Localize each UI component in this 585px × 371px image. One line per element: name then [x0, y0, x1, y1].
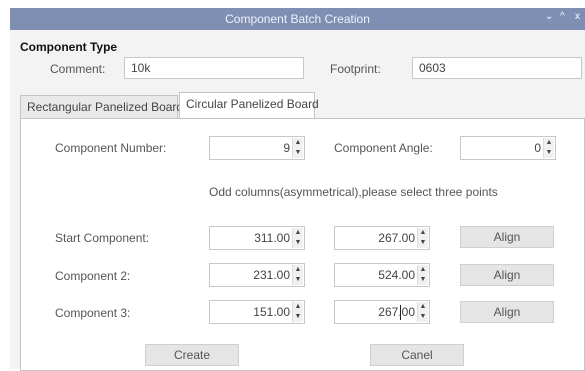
- start-component-y-spinbox[interactable]: 267.00 ▲ ▼: [334, 226, 430, 250]
- comment-label: Comment:: [50, 62, 106, 76]
- maximize-icon[interactable]: ^: [560, 11, 565, 22]
- title-bar[interactable]: Component Batch Creation ⌄ ^ x: [10, 8, 585, 30]
- align-button-3[interactable]: Align: [460, 301, 554, 323]
- component-angle-spinbox[interactable]: 0 ▲ ▼: [460, 136, 556, 160]
- spin-down-icon[interactable]: ▼: [418, 238, 428, 248]
- spin-arrows[interactable]: ▲ ▼: [417, 265, 428, 285]
- spin-down-icon[interactable]: ▼: [544, 148, 554, 158]
- spin-down-icon[interactable]: ▼: [293, 275, 303, 285]
- component-2-x-value: 231.00: [253, 268, 290, 282]
- component-number-label: Component Number:: [55, 141, 167, 155]
- start-component-label: Start Component:: [55, 231, 150, 245]
- create-button[interactable]: Create: [145, 344, 239, 366]
- start-component-y-value: 267.00: [378, 231, 415, 245]
- spin-up-icon[interactable]: ▲: [418, 228, 428, 238]
- component-3-x-value: 151.00: [253, 305, 290, 319]
- tab-circular-panelized-board[interactable]: Circular Panelized Board: [179, 92, 319, 119]
- component-angle-label: Component Angle:: [334, 141, 433, 155]
- spin-arrows[interactable]: ▲ ▼: [292, 228, 303, 248]
- window-title: Component Batch Creation: [225, 12, 370, 26]
- component-3-x-spinbox[interactable]: 151.00 ▲ ▼: [209, 300, 305, 324]
- spin-arrows[interactable]: ▲ ▼: [292, 265, 303, 285]
- footprint-field[interactable]: 0603: [412, 57, 582, 79]
- spin-up-icon[interactable]: ▲: [418, 265, 428, 275]
- spin-arrows[interactable]: ▲ ▼: [292, 138, 303, 158]
- spin-down-icon[interactable]: ▼: [293, 312, 303, 322]
- spin-up-icon[interactable]: ▲: [293, 302, 303, 312]
- spin-arrows[interactable]: ▲ ▼: [417, 228, 428, 248]
- tab-panel: Component Number: 9 ▲ ▼ Component Angle:…: [20, 118, 585, 371]
- background-strip: [0, 0, 10, 369]
- footprint-label: Footprint:: [330, 62, 381, 76]
- spin-down-icon[interactable]: ▼: [418, 275, 428, 285]
- spin-up-icon[interactable]: ▲: [293, 138, 303, 148]
- spin-up-icon[interactable]: ▲: [293, 228, 303, 238]
- comment-field[interactable]: 10k: [124, 57, 304, 79]
- spin-arrows[interactable]: ▲ ▼: [292, 302, 303, 322]
- tab-rectangular-panelized-board[interactable]: Rectangular Panelized Board: [20, 95, 183, 119]
- spin-up-icon[interactable]: ▲: [544, 138, 554, 148]
- component-angle-value: 0: [534, 141, 541, 155]
- text-cursor: [400, 305, 401, 320]
- component-2-label: Component 2:: [55, 269, 131, 283]
- close-icon[interactable]: x: [575, 11, 580, 22]
- component-3-label: Component 3:: [55, 306, 131, 320]
- component-number-spinbox[interactable]: 9 ▲ ▼: [209, 136, 305, 160]
- component-2-x-spinbox[interactable]: 231.00 ▲ ▼: [209, 263, 305, 287]
- selection-hint: Odd columns(asymmetrical),please select …: [209, 185, 498, 199]
- component-2-y-spinbox[interactable]: 524.00 ▲ ▼: [334, 263, 430, 287]
- component-number-value: 9: [283, 141, 290, 155]
- spin-arrows[interactable]: ▲ ▼: [543, 138, 554, 158]
- spin-up-icon[interactable]: ▲: [418, 302, 428, 312]
- start-component-x-value: 311.00: [254, 231, 290, 245]
- minimize-icon[interactable]: ⌄: [545, 11, 553, 22]
- component-3-y-spinbox[interactable]: 267.00 ▲ ▼: [334, 300, 430, 324]
- start-component-x-spinbox[interactable]: 311.00 ▲ ▼: [209, 226, 305, 250]
- spin-arrows[interactable]: ▲ ▼: [417, 302, 428, 322]
- spin-down-icon[interactable]: ▼: [293, 148, 303, 158]
- align-button-start[interactable]: Align: [460, 226, 554, 248]
- component-2-y-value: 524.00: [378, 268, 415, 282]
- cancel-button[interactable]: Canel: [370, 344, 464, 366]
- spin-up-icon[interactable]: ▲: [293, 265, 303, 275]
- spin-down-icon[interactable]: ▼: [293, 238, 303, 248]
- component-type-heading: Component Type: [20, 40, 118, 54]
- component-3-y-value: 267.00: [378, 305, 415, 319]
- spin-down-icon[interactable]: ▼: [418, 312, 428, 322]
- align-button-2[interactable]: Align: [460, 264, 554, 286]
